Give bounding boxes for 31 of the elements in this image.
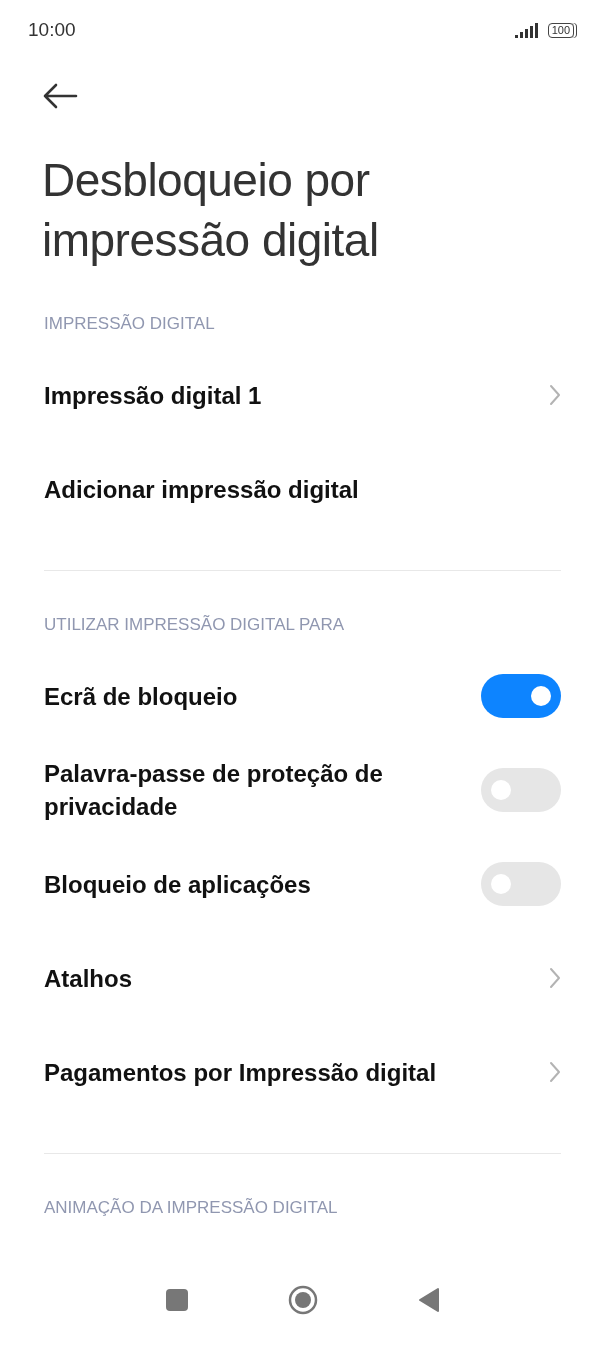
settings-row[interactable]: Impressão digital 1 [0, 348, 605, 442]
settings-row[interactable]: Adicionar impressão digital [0, 442, 605, 536]
row-label: Palavra-passe de proteção de privacidade [44, 759, 384, 822]
back-nav-button[interactable] [417, 1287, 440, 1313]
toggle-switch[interactable] [481, 768, 561, 812]
row-label: Bloqueio de aplicações [44, 869, 311, 900]
clock-time: 10:00 [28, 19, 76, 41]
settings-row[interactable]: Pagamentos por Impressão digital [0, 1025, 605, 1119]
section-header: IMPRESSÃO DIGITAL [44, 314, 216, 334]
chevron-icon [549, 967, 561, 989]
row-label: Impressão digital 1 [44, 380, 262, 411]
recents-button[interactable] [165, 1289, 188, 1311]
section-header: UTILIZAR IMPRESSÃO DIGITAL PARA [44, 615, 346, 635]
settings-row[interactable]: Bloqueio de aplicações [0, 837, 605, 931]
section-header: ANIMAÇÃO DA IMPRESSÃO DIGITAL [44, 1198, 339, 1218]
row-label: Atalhos [44, 963, 132, 994]
settings-row[interactable]: Ecrã de bloqueio [0, 649, 605, 743]
page-title: Desbloqueio por impressão digital [42, 153, 380, 268]
battery-indicator: 100 [547, 22, 574, 38]
chevron-icon [549, 384, 561, 406]
signal-icon [514, 22, 541, 38]
toggle-switch[interactable] [481, 862, 561, 906]
row-label: Adicionar impressão digital [44, 474, 359, 505]
settings-row[interactable]: Palavra-passe de proteção de privacidade [0, 743, 605, 837]
row-label: Ecrã de bloqueio [44, 681, 238, 712]
back-arrow-icon [42, 83, 78, 109]
home-button[interactable] [287, 1285, 318, 1315]
settings-row[interactable]: Atalhos [0, 931, 605, 1025]
row-label: Pagamentos por Impressão digital [44, 1057, 437, 1088]
chevron-icon [549, 1061, 561, 1083]
toggle-switch[interactable] [481, 674, 561, 718]
